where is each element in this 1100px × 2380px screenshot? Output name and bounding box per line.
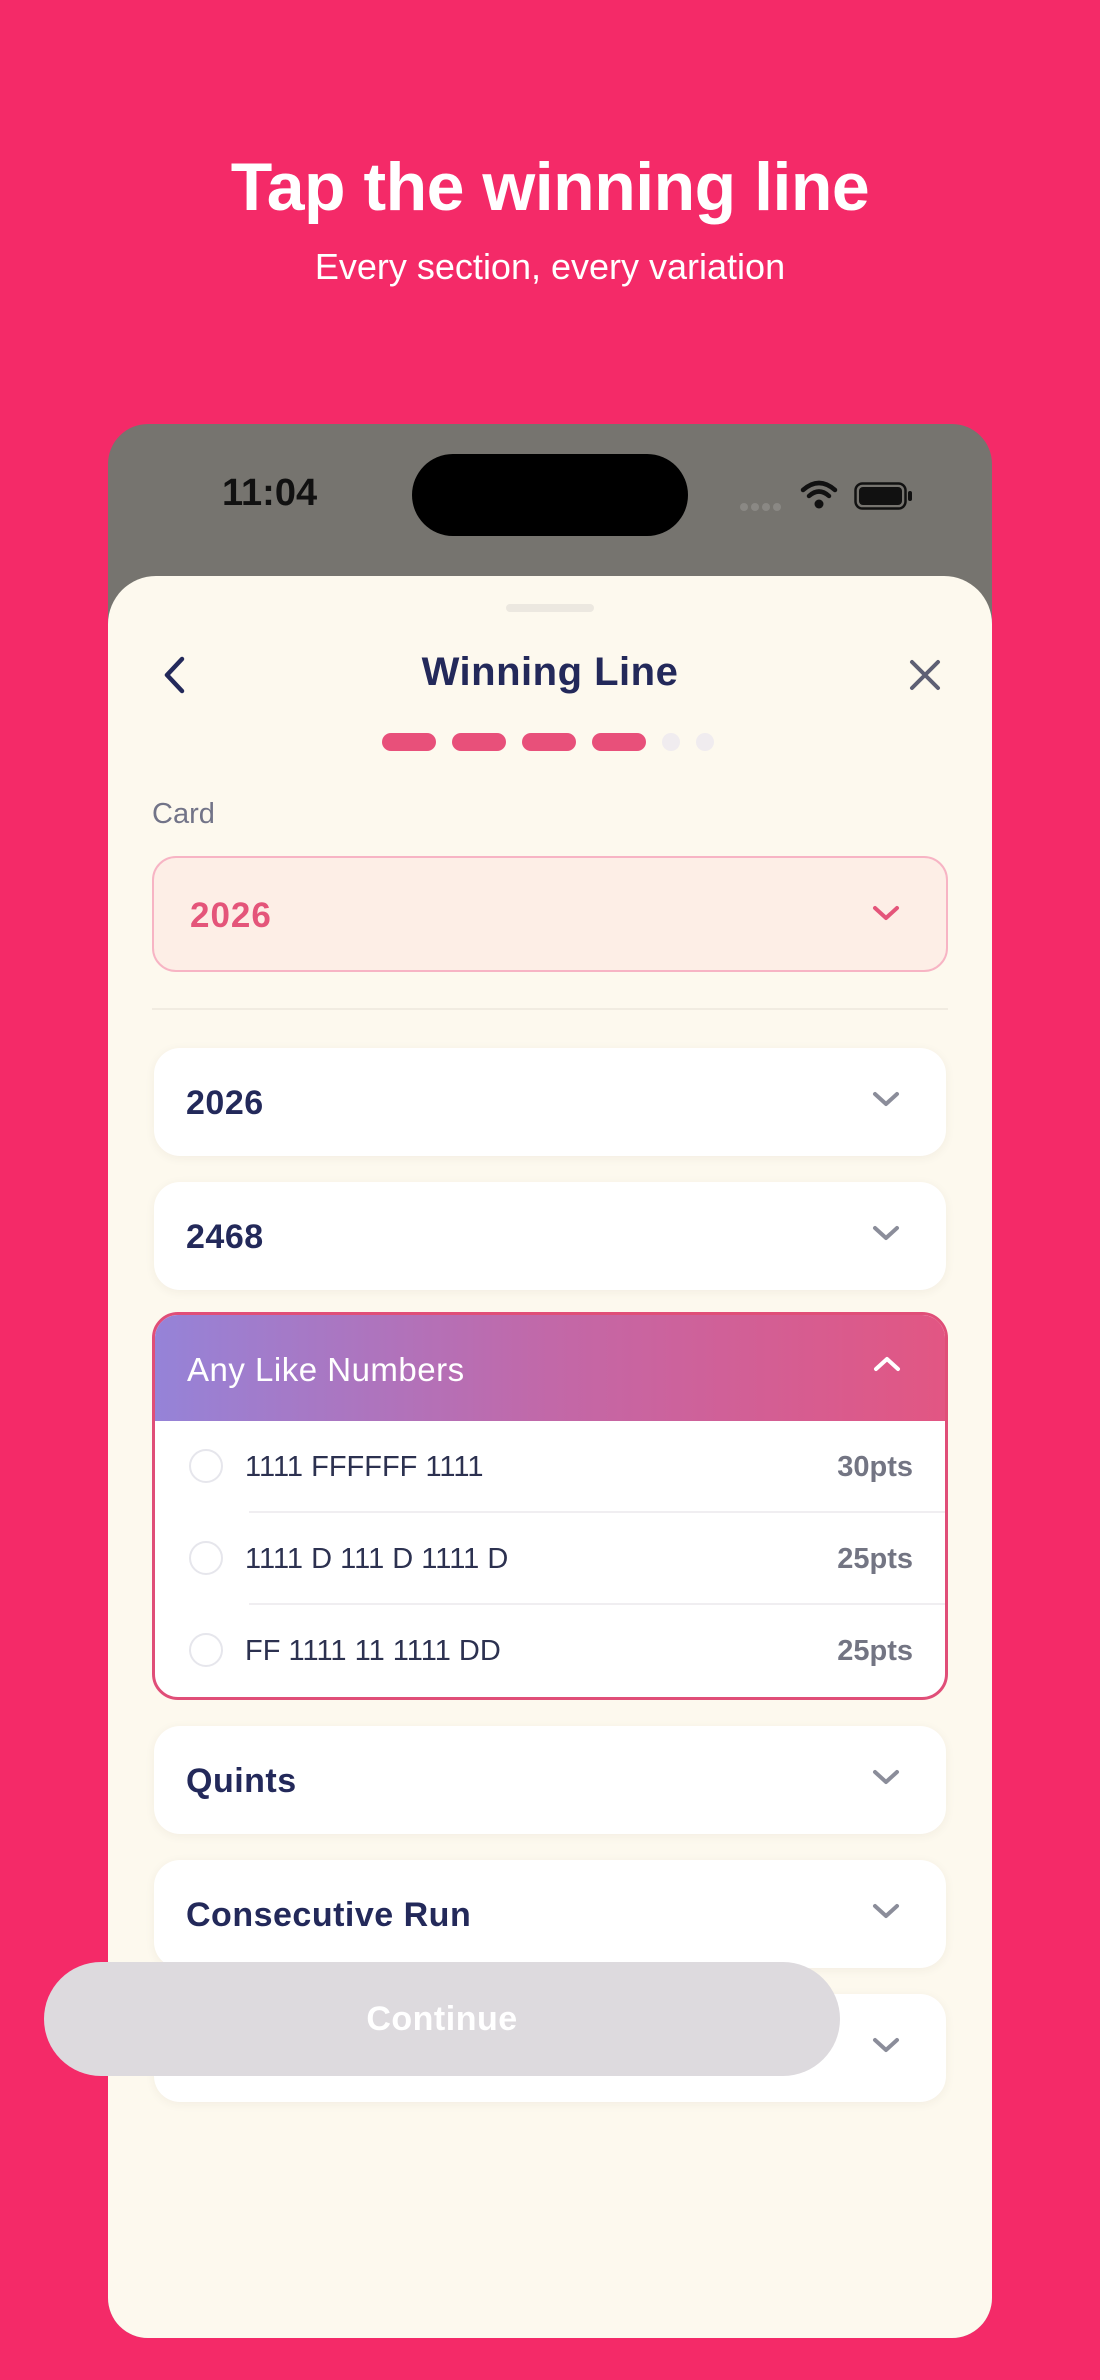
signal-icon <box>740 498 784 516</box>
card-field-label: Card <box>152 798 215 830</box>
chevron-down-icon <box>870 1900 902 1927</box>
card-select[interactable]: 2026 <box>152 856 948 972</box>
step-complete <box>452 733 506 751</box>
step-pending <box>662 733 680 751</box>
battery-icon <box>854 482 914 515</box>
radio-button[interactable] <box>189 1633 223 1667</box>
chevron-down-icon <box>870 2034 902 2061</box>
dynamic-island <box>412 454 688 536</box>
option-points: 25pts <box>837 1635 913 1667</box>
step-complete <box>592 733 646 751</box>
option-label: FF 1111 11 1111 DD <box>245 1635 501 1667</box>
chevron-down-icon <box>870 1766 902 1793</box>
section-label: Quints <box>186 1762 297 1800</box>
radio-button[interactable] <box>189 1541 223 1575</box>
section-quints[interactable]: Quints <box>154 1726 946 1834</box>
section-consecutive-run[interactable]: Consecutive Run <box>154 1860 946 1968</box>
status-time: 11:04 <box>222 472 318 514</box>
sheet-title: Winning Line <box>421 650 679 694</box>
chevron-up-icon <box>871 1353 903 1380</box>
option-label: 1111 D 111 D 1111 D <box>245 1543 509 1575</box>
radio-button[interactable] <box>189 1449 223 1483</box>
step-pending <box>696 733 714 751</box>
promo-headline: Tap the winning line <box>230 149 870 225</box>
wifi-icon <box>800 480 838 515</box>
step-complete <box>382 733 436 751</box>
option-points: 30pts <box>837 1451 913 1483</box>
option-row[interactable]: 1111 D 111 D 1111 D 25pts <box>155 1513 945 1605</box>
promo-subhead: Every section, every variation <box>314 246 786 287</box>
option-row[interactable]: 1111 FFFFFF 1111 30pts <box>155 1421 945 1513</box>
section-label: Consecutive Run <box>186 1896 472 1934</box>
section-label: 2468 <box>186 1218 264 1256</box>
chevron-down-icon <box>870 1222 902 1249</box>
option-row[interactable]: FF 1111 11 1111 DD 25pts <box>155 1605 945 1697</box>
step-complete <box>522 733 576 751</box>
section-label: Any Like Numbers <box>187 1351 465 1388</box>
close-button[interactable] <box>902 652 948 698</box>
sheet-grabber[interactable] <box>506 604 594 612</box>
section-2468[interactable]: 2468 <box>154 1182 946 1290</box>
continue-button[interactable]: Continue <box>44 1962 840 2076</box>
section-2026[interactable]: 2026 <box>154 1048 946 1156</box>
progress-stepper <box>382 732 730 752</box>
card-select-value: 2026 <box>190 896 272 935</box>
section-header[interactable]: Any Like Numbers <box>155 1315 945 1421</box>
section-label: 2026 <box>186 1084 264 1122</box>
chevron-down-icon <box>870 902 902 929</box>
divider <box>152 1008 948 1010</box>
section-any-like-numbers: Any Like Numbers 1111 FFFFFF 1111 30pts … <box>152 1312 948 1700</box>
close-icon <box>910 660 940 690</box>
option-points: 25pts <box>837 1543 913 1575</box>
chevron-down-icon <box>870 1088 902 1115</box>
option-label: 1111 FFFFFF 1111 <box>245 1451 484 1483</box>
